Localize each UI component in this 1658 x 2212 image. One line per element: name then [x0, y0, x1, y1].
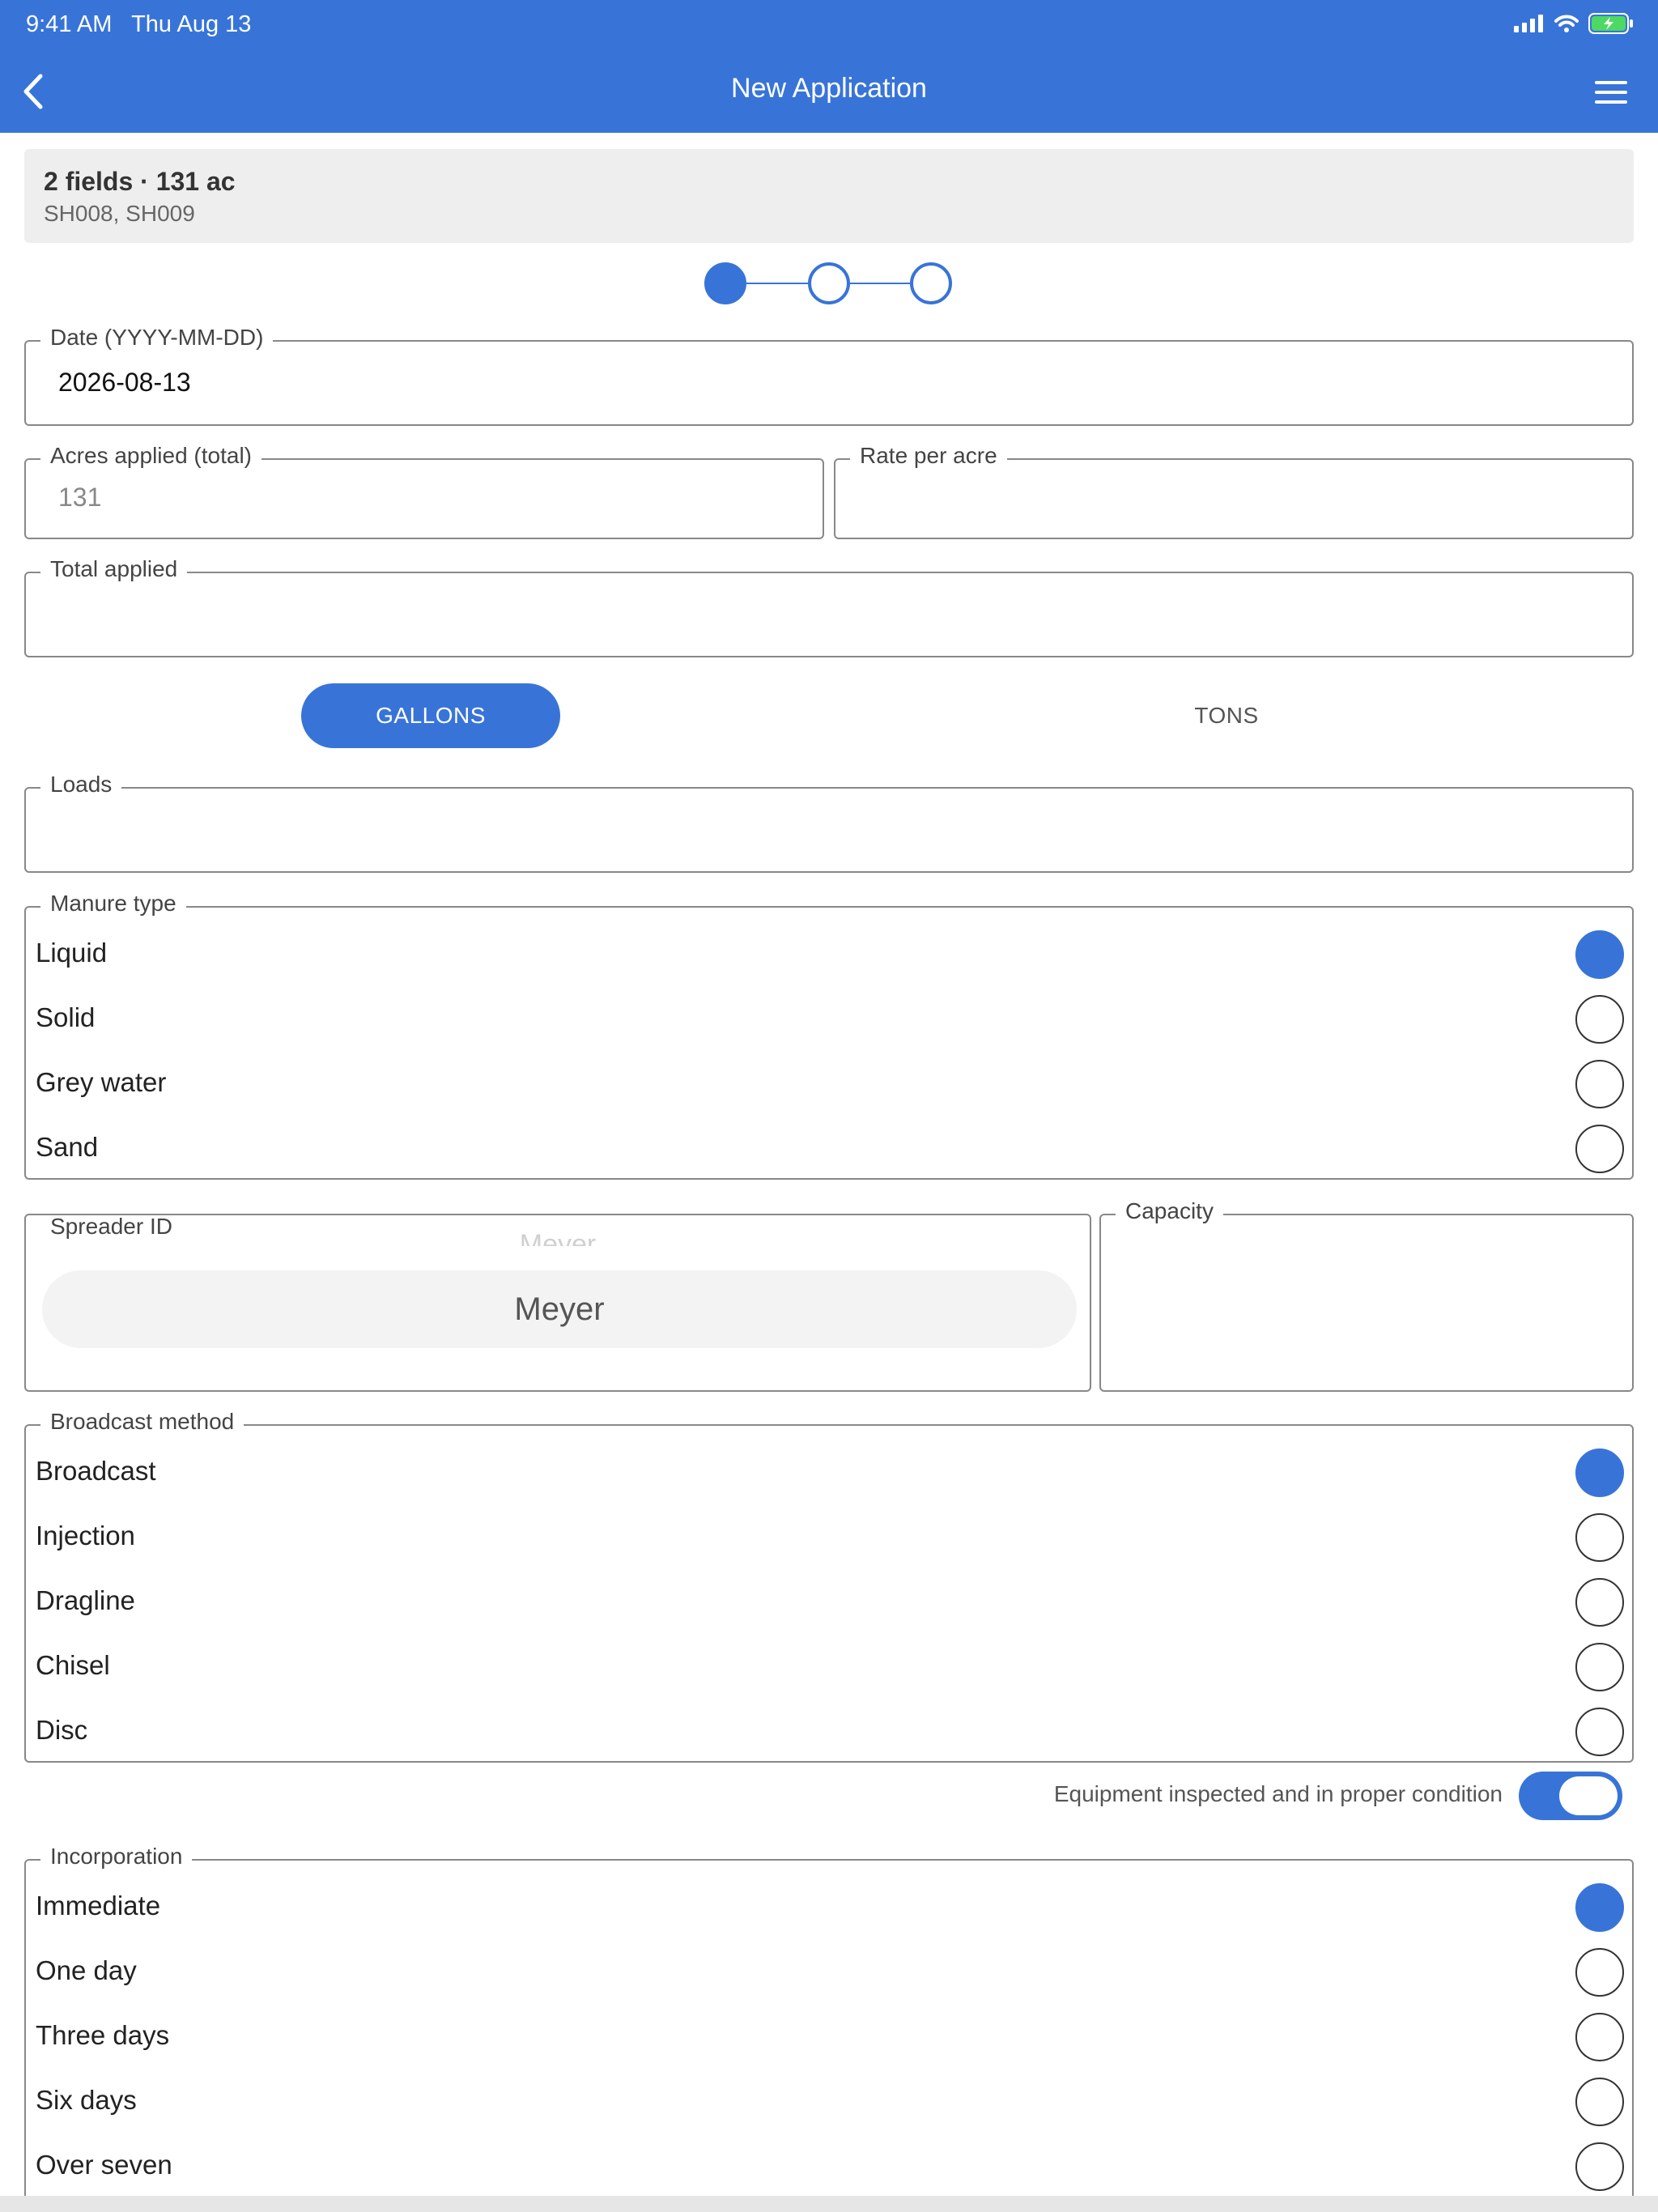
status-time: 9:41 AM Thu Aug 13	[26, 11, 251, 38]
option-label: Chisel	[36, 1650, 110, 1680]
broadcast-method-label: Broadcast method	[40, 1409, 244, 1435]
incorporation-option-three-days[interactable]: Three days	[36, 2005, 1624, 2069]
incorporation-group: Incorporation Immediate One day Three da…	[24, 1844, 1634, 2212]
radio-button[interactable]	[1575, 1578, 1624, 1627]
summary-field-list: SH008, SH009	[44, 201, 195, 226]
spreader-id-field[interactable]: Spreader ID Meyer Meyer	[24, 1214, 1091, 1392]
status-icons	[1514, 13, 1634, 34]
option-label: Over seven	[36, 2150, 172, 2180]
radio-button[interactable]	[1575, 930, 1624, 979]
manure-type-group: Manure type Liquid Solid Grey water Sand	[24, 891, 1634, 1181]
broadcast-option-broadcast[interactable]: Broadcast	[36, 1440, 1624, 1505]
page-title: New Application	[731, 73, 927, 104]
option-label: Liquid	[36, 938, 108, 968]
acres-label: Acres applied (total)	[40, 443, 262, 469]
option-label: Injection	[36, 1521, 135, 1551]
wifi-icon	[1554, 15, 1579, 32]
option-label: Six days	[36, 2085, 137, 2115]
broadcast-option-disc[interactable]: Disc	[36, 1699, 1624, 1764]
date-value: 2026-08-13	[58, 368, 191, 397]
picker-previous-item: Meyer	[519, 1229, 597, 1246]
acres-placeholder: 131	[58, 483, 102, 512]
radio-button[interactable]	[1575, 1883, 1624, 1932]
radio-button[interactable]	[1575, 1125, 1624, 1173]
summary-title: 2 fields · 131 ac	[44, 167, 236, 196]
capacity-label: Capacity	[1116, 1198, 1223, 1224]
capacity-field[interactable]: Capacity	[1099, 1198, 1634, 1392]
acres-applied-field[interactable]: Acres applied (total) 131	[24, 443, 824, 539]
manure-option-sand[interactable]: Sand	[36, 1117, 1624, 1181]
option-label: Immediate	[36, 1891, 161, 1921]
broadcast-option-injection[interactable]: Injection	[36, 1505, 1624, 1570]
progress-stepper	[704, 262, 955, 308]
radio-button[interactable]	[1575, 1060, 1624, 1108]
radio-button[interactable]	[1575, 2013, 1624, 2061]
spreader-picker[interactable]: Meyer	[42, 1270, 1077, 1348]
equipment-inspected-toggle[interactable]	[1519, 1772, 1622, 1820]
step-1[interactable]	[704, 262, 746, 304]
radio-button[interactable]	[1575, 1708, 1624, 1756]
radio-button[interactable]	[1575, 1643, 1624, 1691]
date-field[interactable]: Date (YYYY-MM-DD) 2026-08-13	[24, 325, 1634, 426]
incorporation-option-immediate[interactable]: Immediate	[36, 1875, 1624, 1940]
radio-button[interactable]	[1575, 995, 1624, 1044]
radio-button[interactable]	[1575, 2078, 1624, 2126]
field-summary-card: 2 fields · 131 ac SH008, SH009	[24, 149, 1634, 243]
option-label: Three days	[36, 2020, 170, 2050]
incorporation-option-over-seven[interactable]: Over seven	[36, 2134, 1624, 2199]
gallons-button[interactable]: GALLONS	[301, 683, 560, 748]
hamburger-menu-icon[interactable]	[1595, 79, 1627, 105]
battery-charging-icon	[1588, 13, 1633, 34]
total-applied-label: Total applied	[40, 556, 188, 582]
status-clock: 9:41 AM	[26, 11, 113, 37]
step-connector	[746, 283, 808, 284]
loads-field[interactable]: Loads	[24, 772, 1634, 873]
broadcast-method-group: Broadcast method Broadcast Injection Dra…	[24, 1409, 1634, 1764]
loads-label: Loads	[40, 772, 122, 798]
radio-button[interactable]	[1575, 1513, 1624, 1562]
broadcast-option-chisel[interactable]: Chisel	[36, 1635, 1624, 1699]
app-header: 9:41 AM Thu Aug 13 New Application	[0, 0, 1658, 133]
option-label: One day	[36, 1955, 137, 1985]
incorporation-option-one-day[interactable]: One day	[36, 1940, 1624, 2005]
toggle-knob	[1559, 1776, 1618, 1815]
cellular-signal-icon	[1514, 15, 1543, 32]
option-label: Broadcast	[36, 1456, 156, 1486]
rate-per-acre-field[interactable]: Rate per acre	[834, 443, 1634, 539]
manure-type-label: Manure type	[40, 891, 186, 917]
radio-button[interactable]	[1575, 2142, 1624, 2191]
step-connector	[850, 283, 910, 284]
option-label: Solid	[36, 1002, 96, 1032]
date-label: Date (YYYY-MM-DD)	[40, 325, 274, 351]
equipment-inspected-label: Equipment inspected and in proper condit…	[1053, 1781, 1503, 1806]
manure-option-solid[interactable]: Solid	[36, 987, 1624, 1052]
radio-button[interactable]	[1575, 1948, 1624, 1997]
step-2[interactable]	[808, 262, 850, 304]
broadcast-option-dragline[interactable]: Dragline	[36, 1570, 1624, 1635]
incorporation-option-six-days[interactable]: Six days	[36, 2069, 1624, 2134]
bottom-scroll-edge	[0, 2196, 1658, 2212]
rate-label: Rate per acre	[850, 443, 1007, 469]
radio-button[interactable]	[1575, 1448, 1624, 1497]
manure-option-liquid[interactable]: Liquid	[36, 922, 1624, 987]
option-label: Dragline	[36, 1585, 135, 1615]
status-date: Thu Aug 13	[131, 11, 252, 37]
option-label: Disc	[36, 1715, 88, 1745]
manure-option-grey-water[interactable]: Grey water	[36, 1052, 1624, 1117]
incorporation-label: Incorporation	[40, 1844, 193, 1870]
step-3[interactable]	[910, 262, 952, 304]
total-applied-field[interactable]: Total applied	[24, 556, 1634, 657]
tons-button[interactable]: TONS	[1097, 683, 1356, 748]
option-label: Grey water	[36, 1067, 167, 1097]
option-label: Sand	[36, 1132, 99, 1162]
